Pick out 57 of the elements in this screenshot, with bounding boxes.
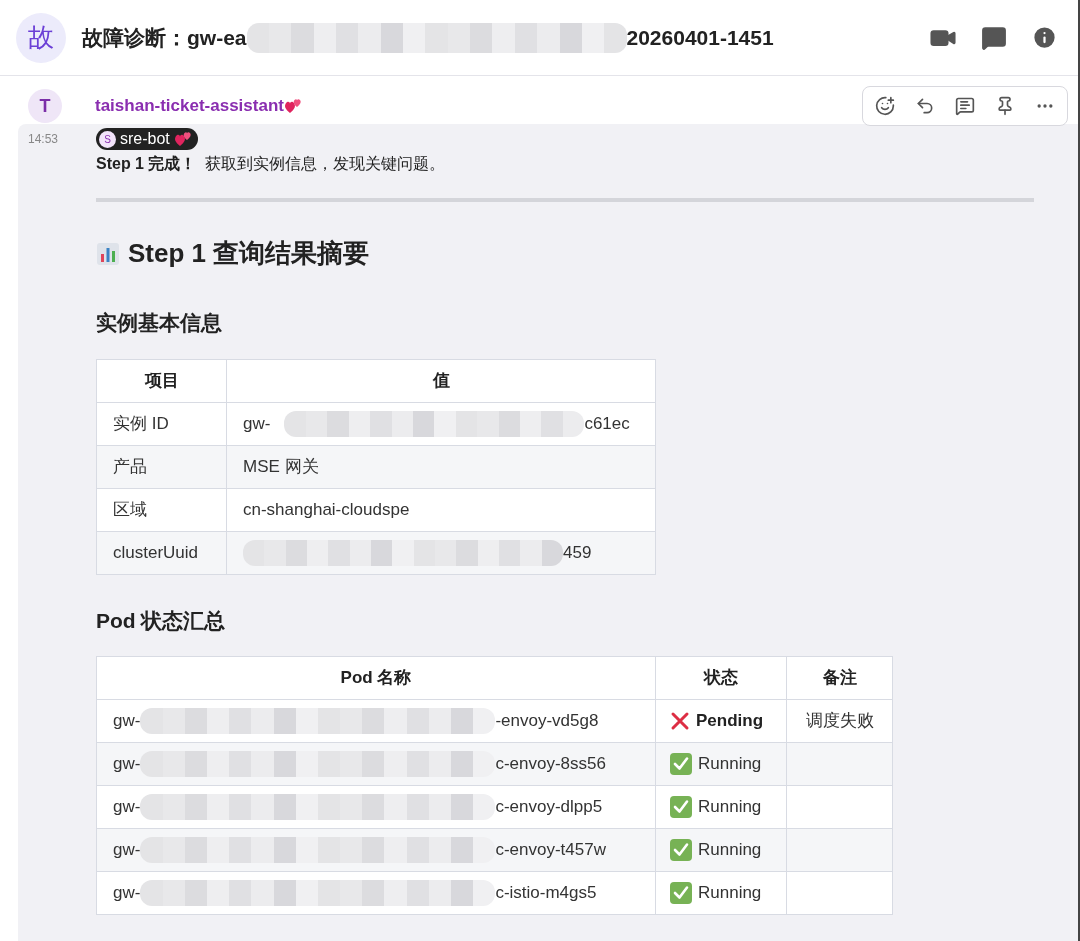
reaction-icon[interactable] [875, 96, 895, 116]
table-cell: clusterUuid [96, 531, 227, 574]
value-text: cn-shanghai-cloudspe [243, 498, 410, 521]
note-text: 调度失败 [805, 711, 874, 731]
pod-name: c-istio-m4gs5 [495, 882, 597, 905]
mention-chip[interactable]: S sre-bot [96, 128, 198, 150]
message-time: 14:53 [27, 131, 60, 148]
column-header: 项目 [96, 359, 227, 402]
status-text: Running [698, 753, 762, 776]
status-text: Running [698, 796, 762, 819]
value-text: 459 [563, 541, 592, 564]
column-header: Pod 名称 [96, 656, 656, 700]
chat-title: 故障诊断：gw-ea [82, 24, 247, 51]
chat-icon[interactable] [981, 24, 1007, 51]
check-icon [670, 839, 692, 861]
pod-name: -envoy-vd5g8 [495, 710, 599, 733]
status-text: Running [698, 882, 762, 905]
mention-avatar: S [99, 130, 116, 148]
thread-icon[interactable] [955, 96, 975, 116]
check-icon [670, 796, 692, 818]
check-icon [670, 882, 692, 904]
info-heading: 实例基本信息 [96, 310, 223, 336]
hearts-icon [173, 130, 194, 148]
pod-name: gw- [113, 796, 141, 819]
sender-name[interactable]: taishan-ticket-assistant [95, 93, 284, 119]
pod-name: c-envoy-t457w [495, 839, 606, 862]
status-text: Pending [696, 710, 764, 733]
pod-name: gw- [113, 710, 141, 733]
table-cell: 产品 [96, 445, 227, 488]
column-header: 值 [226, 359, 656, 402]
value-text: gw- [243, 412, 271, 435]
chat-avatar: 故 [16, 12, 66, 63]
reply-icon[interactable] [915, 96, 935, 116]
info-icon[interactable] [1031, 24, 1058, 51]
section-heading: Step 1 查询结果摘要 [128, 237, 370, 270]
bar-chart-icon [96, 241, 120, 266]
value-text: c61ec [584, 412, 630, 435]
pod-name: gw- [113, 882, 141, 905]
column-header: 备注 [786, 656, 893, 700]
check-icon [670, 753, 692, 775]
pod-name: c-envoy-dlpp5 [495, 796, 603, 819]
value-text: MSE 网关 [243, 455, 319, 478]
column-header: 状态 [655, 656, 787, 700]
pod-heading: Pod 状态汇总 [96, 607, 227, 634]
table-cell: 实例 ID [96, 402, 227, 445]
sender-avatar: T [28, 89, 62, 123]
pin-icon[interactable] [995, 96, 1015, 116]
table-cell: 区域 [96, 488, 227, 531]
pod-name: gw- [113, 753, 141, 776]
cross-icon [670, 711, 690, 731]
pod-name: c-envoy-8ss56 [495, 753, 606, 776]
hearts-icon [283, 97, 304, 115]
pod-name: gw- [113, 839, 141, 862]
intro-text: Step 1 完成！ 获取到实例信息，发现关键问题。 [96, 154, 447, 174]
chat-title-suffix: 20260401-1451 [626, 24, 774, 51]
mention-name: sre-bot [120, 129, 170, 149]
status-text: Running [698, 839, 762, 862]
